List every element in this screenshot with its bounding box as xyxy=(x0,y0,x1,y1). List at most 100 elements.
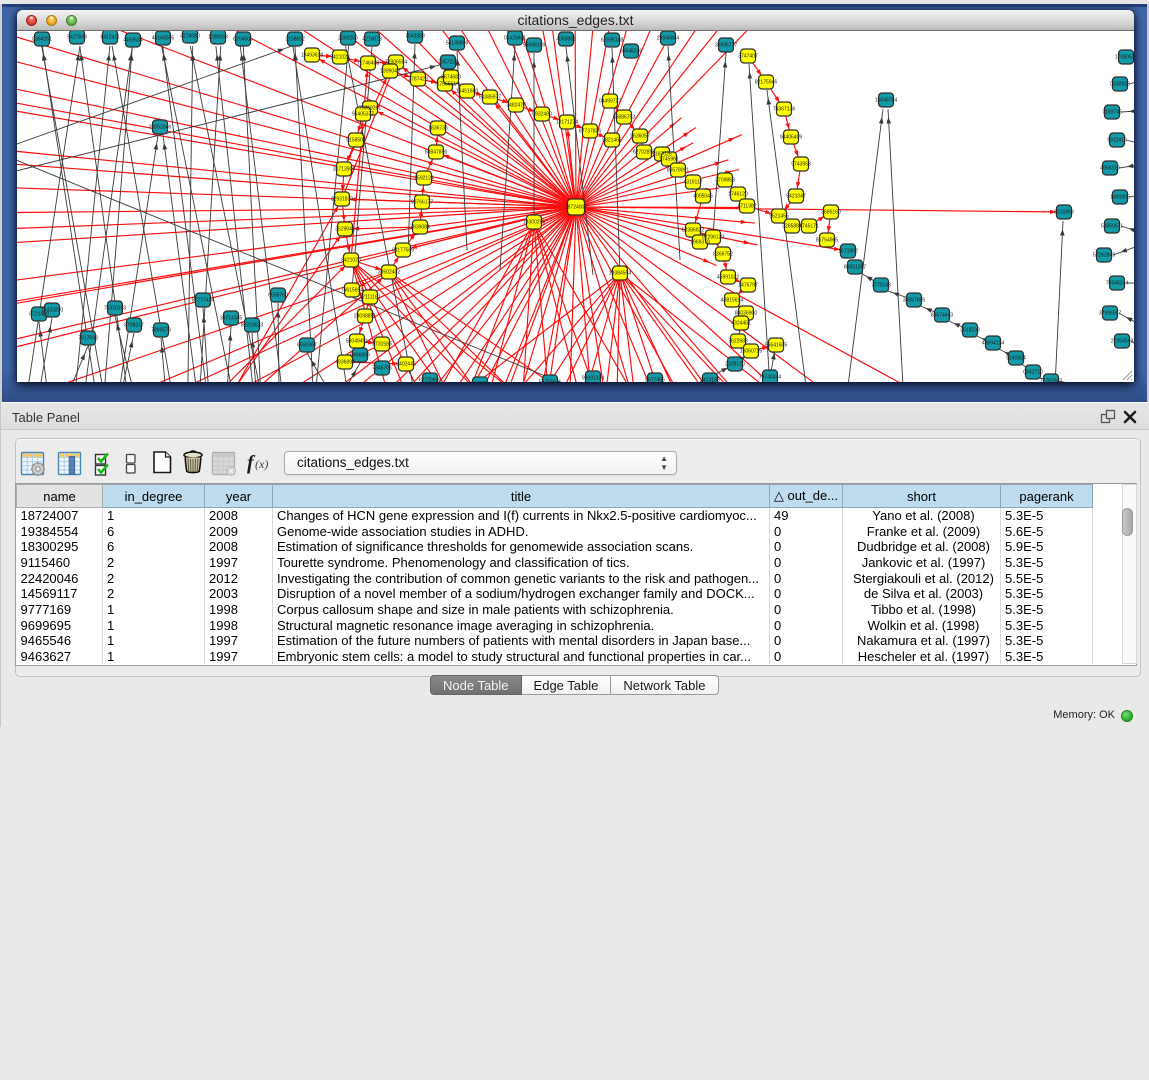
svg-text:7346706: 7346706 xyxy=(372,366,392,372)
svg-text:99091334: 99091334 xyxy=(582,376,604,382)
svg-text:53755646: 53755646 xyxy=(539,380,561,383)
svg-text:1491905: 1491905 xyxy=(1110,195,1130,201)
svg-text:8421020: 8421020 xyxy=(341,258,361,264)
svg-text:3685160: 3685160 xyxy=(821,210,841,216)
svg-text:45991022: 45991022 xyxy=(717,275,739,281)
svg-text:6658760: 6658760 xyxy=(268,293,288,299)
svg-text:1592124: 1592124 xyxy=(414,176,434,182)
svg-text:43815614: 43815614 xyxy=(721,298,743,304)
svg-text:27111161: 27111161 xyxy=(359,295,380,301)
svg-text:7839084: 7839084 xyxy=(410,225,430,231)
svg-text:4711382: 4711382 xyxy=(737,204,756,210)
svg-text:3482477: 3482477 xyxy=(506,103,526,109)
svg-text:2787429: 2787429 xyxy=(408,77,428,83)
svg-text:19384554: 19384554 xyxy=(609,271,631,277)
svg-text:4005045: 4005045 xyxy=(693,194,713,200)
svg-text:76615654: 76615654 xyxy=(341,288,363,294)
svg-text:34957885: 34957885 xyxy=(903,298,925,304)
svg-text:82175946: 82175946 xyxy=(755,80,777,86)
svg-text:96405377: 96405377 xyxy=(352,112,374,118)
svg-text:29946804: 29946804 xyxy=(657,36,679,42)
svg-text:60385977: 60385977 xyxy=(479,95,501,101)
svg-text:61595148: 61595148 xyxy=(601,38,623,44)
svg-text:3747407: 3747407 xyxy=(738,54,758,60)
svg-text:4324451: 4324451 xyxy=(731,321,751,327)
svg-text:17080531: 17080531 xyxy=(1115,55,1134,61)
svg-text:81177589: 81177589 xyxy=(392,248,414,254)
svg-text:96641605: 96641605 xyxy=(765,343,787,349)
svg-text:1671902: 1671902 xyxy=(838,249,858,255)
svg-text:77752047: 77752047 xyxy=(1040,379,1062,383)
svg-text:9421047: 9421047 xyxy=(786,194,806,200)
svg-text:9912419: 9912419 xyxy=(1107,138,1127,144)
svg-text:71746488: 71746488 xyxy=(357,61,379,67)
svg-text:32931839: 32931839 xyxy=(331,197,353,203)
svg-text:2731585: 2731585 xyxy=(372,342,392,348)
svg-text:(x): (x) xyxy=(255,457,268,471)
svg-text:84036900: 84036900 xyxy=(735,311,757,317)
svg-text:9521456: 9521456 xyxy=(769,214,789,220)
svg-text:36995777: 36995777 xyxy=(715,43,737,49)
svg-text:01429401: 01429401 xyxy=(504,36,526,42)
svg-text:31713900: 31713900 xyxy=(333,167,355,173)
svg-text:86578091: 86578091 xyxy=(667,168,689,174)
svg-text:9413186: 9413186 xyxy=(700,378,720,383)
svg-text:6690967: 6690967 xyxy=(297,343,317,349)
svg-text:49894134: 49894134 xyxy=(982,341,1004,347)
svg-text:16060715: 16060715 xyxy=(740,349,762,355)
svg-text:8412411: 8412411 xyxy=(100,35,119,41)
svg-text:65648236: 65648236 xyxy=(620,49,642,55)
svg-text:4216073: 4216073 xyxy=(362,37,382,43)
svg-text:28098851: 28098851 xyxy=(354,314,376,320)
svg-text:8677496: 8677496 xyxy=(645,378,665,383)
svg-text:5466889: 5466889 xyxy=(350,353,370,359)
svg-text:2260256: 2260256 xyxy=(338,36,358,42)
svg-text:3158692: 3158692 xyxy=(285,37,305,43)
svg-text:4060883: 4060883 xyxy=(556,37,576,43)
svg-text:1399049: 1399049 xyxy=(380,69,400,75)
svg-text:7543303: 7543303 xyxy=(405,34,425,40)
svg-text:20053346: 20053346 xyxy=(149,125,171,131)
svg-text:40164005: 40164005 xyxy=(152,36,174,42)
svg-text:27354549: 27354549 xyxy=(1111,339,1133,345)
svg-text:9636057: 9636057 xyxy=(630,134,650,140)
svg-text:56049451: 56049451 xyxy=(346,339,368,345)
svg-text:1280598: 1280598 xyxy=(208,35,228,41)
svg-text:69847896: 69847896 xyxy=(425,150,447,156)
svg-text:5240824: 5240824 xyxy=(1006,356,1026,362)
svg-text:13493618: 13493618 xyxy=(301,53,323,59)
svg-text:9402445: 9402445 xyxy=(396,362,416,368)
svg-text:55886753: 55886753 xyxy=(613,115,635,121)
svg-text:8215958: 8215958 xyxy=(1054,210,1074,216)
svg-text:6204505: 6204505 xyxy=(233,37,253,43)
svg-text:00766177: 00766177 xyxy=(411,200,433,206)
svg-text:4966319: 4966319 xyxy=(1100,166,1120,172)
svg-text:62386922: 62386922 xyxy=(682,228,704,234)
svg-text:87277434: 87277434 xyxy=(192,298,214,304)
svg-text:8384251: 8384251 xyxy=(32,37,52,43)
svg-text:1745961: 1745961 xyxy=(659,157,679,163)
svg-text:13433200: 13433200 xyxy=(41,308,63,314)
svg-text:71756551: 71756551 xyxy=(434,82,456,88)
svg-text:18724007: 18724007 xyxy=(565,205,587,211)
svg-text:81754965: 81754965 xyxy=(816,238,838,244)
svg-text:8708317: 8708317 xyxy=(124,323,144,329)
svg-text:80831367: 80831367 xyxy=(844,265,866,271)
svg-text:57262849: 57262849 xyxy=(1093,253,1115,259)
svg-text:9743953: 9743953 xyxy=(791,162,811,168)
svg-text:76320163: 76320163 xyxy=(104,306,126,312)
svg-text:4278680: 4278680 xyxy=(180,34,200,40)
svg-text:67737826: 67737826 xyxy=(579,129,601,135)
svg-text:7193745: 7193745 xyxy=(1102,110,1122,116)
svg-text:4745171: 4745171 xyxy=(799,224,819,230)
svg-text:81223623: 81223623 xyxy=(241,323,263,329)
svg-text:2421024: 2421024 xyxy=(330,55,350,61)
svg-text:0842710: 0842710 xyxy=(1023,370,1043,376)
svg-text:7889579: 7889579 xyxy=(151,328,171,334)
svg-text:3518233: 3518233 xyxy=(960,328,980,334)
svg-text:62729806: 62729806 xyxy=(419,378,441,383)
svg-text:15451680: 15451680 xyxy=(456,89,478,95)
svg-text:8366752: 8366752 xyxy=(713,252,733,258)
svg-text:34714345: 34714345 xyxy=(220,316,242,322)
svg-text:1836736: 1836736 xyxy=(428,126,448,132)
